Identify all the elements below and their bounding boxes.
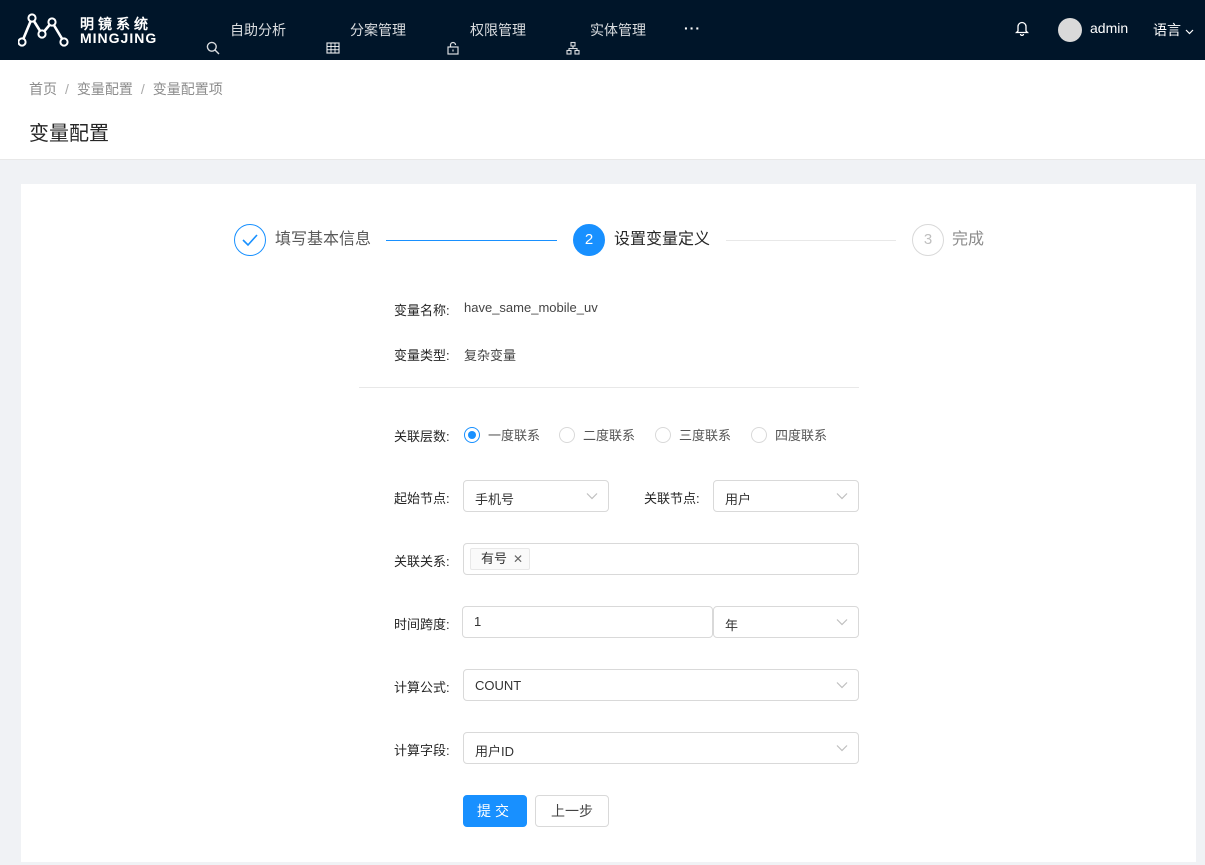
- chevron-down-icon: [836, 619, 848, 626]
- nav-item-case-management[interactable]: 分案管理: [326, 0, 406, 60]
- field-select[interactable]: 用户ID: [463, 732, 859, 764]
- breadcrumb-variable-config[interactable]: 变量配置: [77, 81, 133, 97]
- nav-item-entity-management[interactable]: 实体管理: [566, 0, 646, 60]
- previous-step-button[interactable]: 上一步: [535, 795, 609, 827]
- field-value: 用户ID: [475, 744, 515, 759]
- table-icon: [326, 22, 342, 54]
- avatar[interactable]: [1058, 18, 1082, 42]
- radio-checked-icon: [464, 426, 480, 443]
- username[interactable]: admin: [1090, 20, 1128, 36]
- chevron-down-icon: [836, 745, 848, 752]
- radio-label: 一度联系: [488, 428, 541, 443]
- close-icon[interactable]: ✕: [513, 549, 523, 569]
- bell-icon[interactable]: [1014, 20, 1031, 37]
- time-span-input[interactable]: [474, 614, 674, 629]
- logo-icon: [18, 13, 69, 47]
- step-1-check-icon: [234, 224, 266, 256]
- var-type-value: 复杂变量: [464, 348, 517, 363]
- nav-item-permission-management[interactable]: 权限管理: [446, 0, 526, 60]
- relation-tag: 有号 ✕: [470, 548, 531, 570]
- page-title: 变量配置: [29, 123, 109, 145]
- radio-level-3[interactable]: 三度联系: [655, 425, 731, 444]
- breadcrumb-separator: /: [65, 81, 69, 97]
- breadcrumb-home[interactable]: 首页: [29, 81, 57, 97]
- radio-level-1[interactable]: 一度联系: [464, 425, 540, 444]
- step-1-label: 填写基本信息: [275, 231, 372, 248]
- time-unit-select[interactable]: 年: [713, 606, 859, 638]
- chevron-down-icon: [1185, 23, 1194, 35]
- nav-label: 分案管理: [350, 21, 406, 38]
- radio-level-2[interactable]: 二度联系: [559, 425, 635, 444]
- radio-label: 四度联系: [775, 428, 828, 443]
- time-span-label: 时间跨度:: [394, 617, 450, 632]
- start-node-value: 手机号: [475, 492, 515, 507]
- related-node-label: 关联节点:: [644, 491, 700, 506]
- radio-unchecked-icon: [655, 426, 671, 443]
- formula-value: COUNT: [475, 678, 522, 693]
- step-3-number: 3: [912, 224, 944, 256]
- var-name-value: have_same_mobile_uv: [464, 300, 598, 315]
- start-node-label: 起始节点:: [394, 491, 450, 506]
- nav-more-button[interactable]: ···: [684, 0, 701, 60]
- radio-unchecked-icon: [751, 426, 767, 443]
- step-2-number: 2: [573, 224, 605, 256]
- language-label: 语言: [1153, 22, 1181, 38]
- radio-unchecked-icon: [559, 426, 575, 443]
- relation-tag-label: 有号: [481, 551, 508, 566]
- radio-level-4[interactable]: 四度联系: [751, 425, 827, 444]
- var-type-label: 变量类型:: [394, 348, 450, 363]
- search-icon: [206, 22, 222, 55]
- chevron-down-icon: [586, 493, 598, 500]
- radio-label: 二度联系: [583, 428, 636, 443]
- nav-label: 自助分析: [230, 21, 286, 38]
- hierarchy-icon: [566, 22, 582, 55]
- step-3-label: 完成: [952, 231, 985, 248]
- step-connector-1: [386, 240, 557, 241]
- relation-level-label: 关联层数:: [394, 429, 450, 444]
- lock-icon: [446, 22, 462, 55]
- submit-button[interactable]: 提交: [463, 795, 527, 827]
- step-2-label: 设置变量定义: [614, 231, 711, 248]
- top-navigation-bar: 明镜系统 MINGJING 自助分析 分案管理 权限管理 实体管理 ··· ad…: [0, 0, 1205, 60]
- related-node-value: 用户: [725, 492, 752, 507]
- radio-label: 三度联系: [679, 428, 732, 443]
- related-node-select[interactable]: 用户: [713, 480, 859, 512]
- breadcrumb-separator: /: [140, 81, 145, 97]
- brand-name-en: MINGJING: [80, 30, 158, 46]
- relation-label: 关联关系:: [394, 554, 450, 569]
- formula-select[interactable]: COUNT: [463, 669, 859, 701]
- step-connector-2: [726, 240, 896, 241]
- formula-label: 计算公式:: [394, 680, 450, 695]
- nav-item-self-analysis[interactable]: 自助分析: [206, 0, 286, 60]
- logo[interactable]: 明镜系统 MINGJING: [18, 10, 168, 50]
- breadcrumb: 首页 / 变量配置 / 变量配置项: [29, 79, 223, 99]
- time-unit-value: 年: [725, 618, 739, 633]
- relation-multi-select[interactable]: 有号 ✕: [463, 543, 859, 575]
- divider: [359, 387, 859, 388]
- form-card: 填写基本信息 2 设置变量定义 3 完成 变量名称: have_same_mob…: [21, 184, 1196, 862]
- breadcrumb-current: 变量配置项: [152, 81, 223, 97]
- language-switcher[interactable]: 语言: [1153, 20, 1194, 40]
- time-span-input-wrapper: [462, 606, 713, 638]
- var-name-label: 变量名称:: [394, 303, 450, 318]
- nav-label: 实体管理: [590, 21, 646, 38]
- field-label: 计算字段:: [394, 743, 450, 758]
- page-header: 首页 / 变量配置 / 变量配置项 变量配置: [0, 60, 1205, 160]
- nav-label: 权限管理: [470, 21, 526, 38]
- start-node-select[interactable]: 手机号: [463, 480, 609, 512]
- chevron-down-icon: [836, 493, 848, 500]
- chevron-down-icon: [836, 682, 848, 689]
